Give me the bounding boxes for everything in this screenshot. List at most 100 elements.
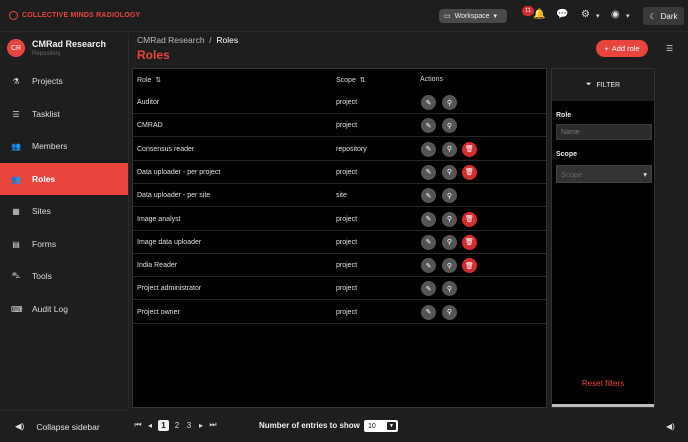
account-chevron-icon[interactable]: ▾ [626,12,630,22]
role-name-input[interactable]: Name [556,124,652,140]
delete-button[interactable]: 🗑 [462,234,477,250]
role-name: Auditor [137,99,160,106]
delete-button[interactable]: 🗑 [462,141,477,157]
filter-icon: ⏷ [585,81,592,88]
role-name: CMRAD [137,122,163,130]
sidebar-item-forms[interactable]: ▤ Forms [0,228,128,260]
search-icon: ⚲ [446,285,453,293]
collapse-label: Collapse sidebar [36,421,100,432]
column-header-scope[interactable]: Scope ⇅ [336,76,366,84]
view-button[interactable]: ⚲ [442,304,457,320]
view-button[interactable]: ⚲ [442,258,457,274]
sidebar-item-roles[interactable]: 👥 Roles [0,163,128,195]
edit-button[interactable]: ✎ [421,141,436,157]
first-page-icon[interactable]: ⏮ [132,420,144,430]
role-name: Project owner [137,308,180,316]
breadcrumb-current: Roles [216,35,239,45]
role-scope: project [336,238,358,246]
role-name: India Reader [137,262,178,270]
sidebar-item-members[interactable]: 👥 Members [0,130,128,162]
search-icon: ⚲ [446,216,453,223]
page-2[interactable]: 2 [171,421,183,430]
pencil-icon: ✎ [425,99,432,107]
entries-select[interactable]: 10 ▼ [364,420,398,432]
view-button[interactable]: ⚲ [442,118,457,134]
keyboard-icon: ⌨ [11,304,23,314]
table-row: CMRAD project ✎ ⚲ [133,114,546,138]
sidebar-item-audit-log[interactable]: ⌨ Audit Log [0,293,128,325]
sidebar-item-label: Audit Log [32,304,68,314]
chevron-down-icon: ▼ [387,422,396,430]
page-title: Roles [137,48,170,62]
collapse-icon: ◀) [15,421,25,431]
list-icon: ☰ [12,109,20,119]
filter-panel: ⏷ FILTER Role Name Scope Scope ▾ Reset f… [551,68,655,408]
next-page-icon[interactable]: ▸ [195,421,207,430]
top-bar: COLLECTIVE MINDS RADIOLOGY ▭ Workspace ▾… [0,0,688,32]
edit-button[interactable]: ✎ [421,304,436,320]
view-button[interactable]: ⚲ [442,211,457,227]
page-1[interactable]: 1 [158,419,169,431]
role-name: Image data uploader [137,238,202,246]
chat-icon[interactable]: 💬 [556,10,568,20]
edit-button[interactable]: ✎ [421,95,436,110]
role-scope: project [336,168,358,176]
reset-filters-link[interactable]: Reset filters [552,379,654,388]
sidebar-item-label: Tasklist [32,109,60,119]
view-button[interactable]: ⚲ [442,188,457,204]
role-scope: project [336,285,358,293]
settings-chevron-icon[interactable]: ▾ [596,12,600,22]
sidebar-item-tools[interactable]: ⛍ Tools [0,260,128,292]
search-icon: ⚲ [446,192,453,200]
table-row: Image data uploader project ✎ ⚲ 🗑 [133,231,546,254]
edit-button[interactable]: ✎ [421,164,436,180]
role-scope: project [336,308,358,316]
gear-icon[interactable]: ⚙ [581,10,590,20]
bell-icon[interactable]: 🔔 [533,10,545,20]
pencil-icon: ✎ [425,146,432,154]
add-role-button[interactable]: + Add role [596,40,648,57]
chevron-down-icon: ▾ [643,169,647,179]
edit-button[interactable]: ✎ [421,188,436,204]
trash-icon: 🗑 [465,169,474,177]
view-button[interactable]: ⚲ [442,95,457,110]
edit-button[interactable]: ✎ [421,118,436,134]
prev-page-icon[interactable]: ◂ [144,421,156,430]
view-button[interactable]: ⚲ [442,234,457,250]
theme-toggle[interactable]: ☾ Dark [643,7,684,25]
pencil-icon: ✎ [425,169,432,177]
collapse-sidebar-button[interactable]: ◀) Collapse sidebar [0,410,129,442]
logo-icon [9,11,18,20]
view-button[interactable]: ⚲ [442,141,457,157]
role-scope: project [336,262,358,270]
edit-button[interactable]: ✎ [421,234,436,250]
edit-button[interactable]: ✎ [421,258,436,274]
delete-button[interactable]: 🗑 [462,258,477,274]
search-icon: ⚲ [446,169,453,177]
collapse-filter-icon[interactable]: ◀) [666,422,675,431]
scope-select[interactable]: Scope ▾ [556,165,652,183]
page-3[interactable]: 3 [183,421,195,430]
table-row: Data uploader - per project project ✎ ⚲ 🗑 [133,161,546,184]
delete-button[interactable]: 🗑 [462,164,477,180]
filter-panel-toggle-icon[interactable]: ☰ [666,44,673,53]
account-icon[interactable]: ◉ [611,10,620,20]
sidebar-item-projects[interactable]: ⚗ Projects [0,65,128,97]
delete-button[interactable]: 🗑 [462,211,477,227]
workspace-selector[interactable]: ▭ Workspace ▾ [439,9,507,23]
filter-scrollbar[interactable] [552,404,654,407]
brand-logo[interactable]: COLLECTIVE MINDS RADIOLOGY [9,11,140,20]
column-header-role[interactable]: Role ⇅ [137,76,161,84]
org-header[interactable]: CR CMRad Research Repository [7,39,106,57]
roles-table: Role ⇅ Scope ⇅ Actions Auditor project ✎ ⚲ C… [132,68,547,408]
view-button[interactable]: ⚲ [442,281,457,297]
sidebar-item-tasklist[interactable]: ☰ Tasklist [0,98,128,130]
edit-button[interactable]: ✎ [421,281,436,297]
breadcrumb-separator: / [209,35,212,45]
sidebar-item-sites[interactable]: ▦ Sites [0,195,128,227]
breadcrumb-parent[interactable]: CMRad Research [137,35,205,45]
view-button[interactable]: ⚲ [442,164,457,180]
edit-button[interactable]: ✎ [421,211,436,227]
last-page-icon[interactable]: ⏭ [207,420,219,430]
role-name: Data uploader - per project [137,168,221,176]
